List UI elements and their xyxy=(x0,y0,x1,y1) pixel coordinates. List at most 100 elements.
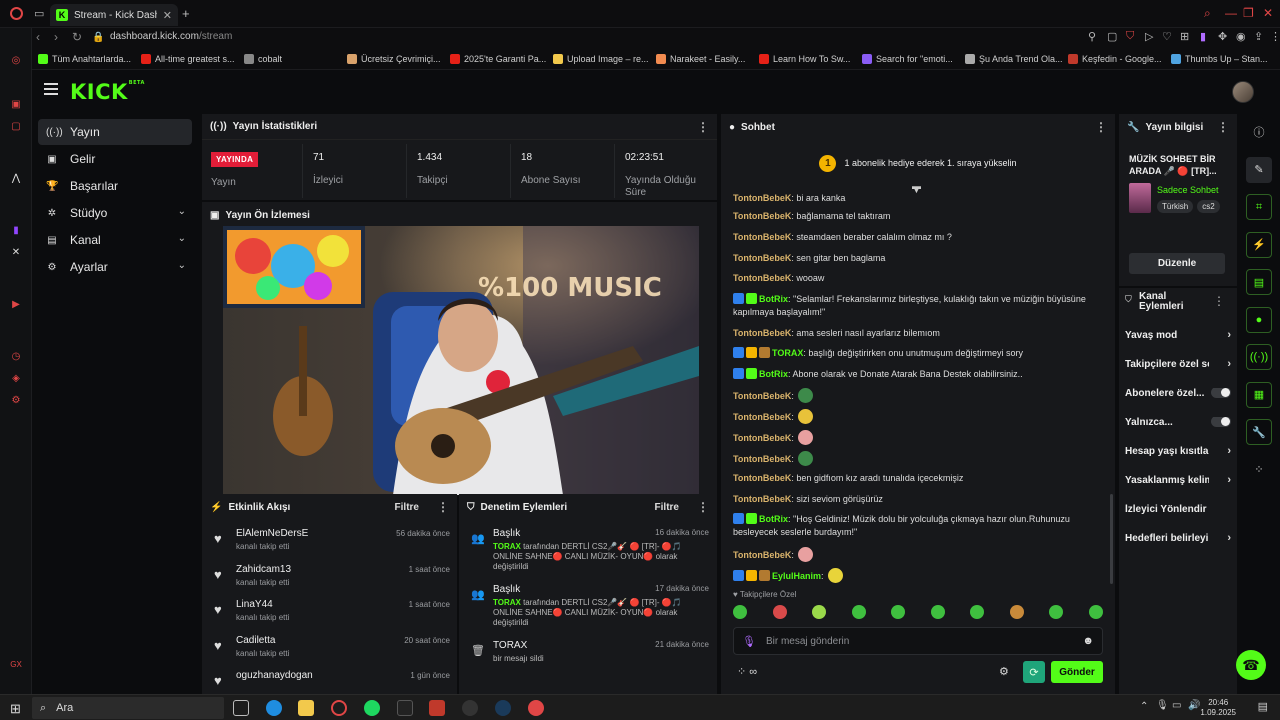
close-window-button[interactable]: ✕ xyxy=(1263,6,1273,20)
moderation-actor[interactable]: TORAX xyxy=(493,542,521,551)
channel-action-item[interactable]: İzleyici Yönlendir xyxy=(1125,504,1231,518)
activity-filter-button[interactable]: Filtre xyxy=(395,502,419,513)
chat-username[interactable]: TontonBebeK xyxy=(733,494,791,504)
channel-points-display[interactable]: ⁘ ∞ xyxy=(737,665,757,678)
close-tab-icon[interactable]: ✕ xyxy=(163,9,172,22)
chat-message[interactable]: BotRix: "Selamlar! Frekanslarımız birleş… xyxy=(733,293,1103,319)
emote-picker-icon[interactable] xyxy=(970,605,985,619)
emote-picker-icon[interactable] xyxy=(812,605,827,619)
nav-item-1[interactable]: ((·)) Yayın xyxy=(38,119,192,145)
chat-message[interactable]: BotRix: "Hoş Geldiniz! Müzik dolu bir yo… xyxy=(733,513,1103,539)
channel-action-item[interactable]: Takipçilere özel sohbet › xyxy=(1125,359,1231,373)
bookmark-item[interactable]: Upload Image – re... xyxy=(549,53,652,64)
channel-action-item[interactable]: Yalnızca... xyxy=(1125,417,1231,431)
activity-username[interactable]: Zahidcam13 xyxy=(236,564,291,575)
task-view-icon[interactable] xyxy=(233,700,249,716)
reload-button[interactable]: ↻ xyxy=(72,30,82,44)
chat-username[interactable]: BotRix xyxy=(759,294,788,304)
emote-picker-icon[interactable] xyxy=(851,605,866,619)
info-menu-icon[interactable]: ⋮ xyxy=(1217,120,1229,134)
activity-username[interactable]: LinaY44 xyxy=(236,599,273,610)
emote-picker-icon[interactable] xyxy=(772,605,787,619)
media-player-icon[interactable] xyxy=(528,700,544,716)
stats-menu-icon[interactable]: ⋮ xyxy=(697,120,709,134)
chevron-down-icon[interactable]: ⌄ xyxy=(178,206,186,217)
chevron-down-icon[interactable]: ⌄ xyxy=(178,260,186,271)
bookmark-item[interactable]: Narakeet - Easily... xyxy=(652,53,755,64)
broadcast-icon[interactable]: ((·)) xyxy=(1246,344,1272,370)
settings-icon[interactable]: ⚙ xyxy=(8,392,24,408)
minimize-button[interactable]: — xyxy=(1225,6,1237,20)
info-icon[interactable]: ⓘ xyxy=(1246,119,1272,145)
microphone-icon[interactable]: 🎙 xyxy=(742,635,756,648)
workspace-icon[interactable]: ▭ xyxy=(34,7,44,20)
activity-item[interactable]: ♥ Cadiletta kanalı takip etti 20 saat önce xyxy=(214,631,450,665)
pinned-collapse-icon[interactable]: ▬ ▼ xyxy=(912,182,922,195)
chat-username[interactable]: TontonBebeK xyxy=(733,273,791,283)
moderation-actor[interactable]: TORAX xyxy=(493,598,521,607)
spotify-icon[interactable] xyxy=(364,700,380,716)
nav-item-3[interactable]: 🏆 Başarılar xyxy=(38,173,192,199)
chat-settings-icon[interactable]: ⚙ xyxy=(999,665,1009,678)
clipboard-icon[interactable]: ▤ xyxy=(1246,269,1272,295)
history-icon[interactable]: ◷ xyxy=(8,348,24,364)
toggle-switch[interactable] xyxy=(1211,417,1231,427)
notifications-icon[interactable]: ▤ xyxy=(1258,700,1268,713)
new-tab-button[interactable]: + xyxy=(182,6,190,21)
bookmark-item[interactable]: Thumbs Up – Stan... xyxy=(1167,53,1270,64)
bookmark-item[interactable]: Keşfedin - Google... xyxy=(1064,53,1167,64)
bookmark-item[interactable]: Ücretsiz Çevrimiçi... xyxy=(343,53,446,64)
wrench-icon[interactable]: 🔧 xyxy=(1246,419,1272,445)
kick-sidebar-icon[interactable]: ⋀ xyxy=(8,170,24,186)
steam-icon[interactable] xyxy=(495,700,511,716)
channel-action-item[interactable]: Hesap yaşı kısıtlaması › xyxy=(1125,446,1231,460)
chat-message[interactable]: TORAX: başlığı değiştirirken onu unutmuş… xyxy=(733,347,1103,360)
volume-icon[interactable]: 🔊 xyxy=(1188,700,1200,711)
twitch-ext-icon[interactable]: ▮ xyxy=(1200,30,1206,43)
search-tabs-icon[interactable]: ⌕ xyxy=(1204,6,1211,21)
emote-picker-icon[interactable] xyxy=(891,605,906,619)
chat-username[interactable]: BotRix xyxy=(759,514,788,524)
activity-item[interactable]: ♥ ElAlemNeDersE kanalı takip etti 56 dakika… xyxy=(214,524,450,558)
nav-item-2[interactable]: ▣ Gelir xyxy=(38,146,192,172)
chat-message[interactable]: BotRix: Abone olarak ve Donate Atarak Ba… xyxy=(733,368,1103,381)
chat-menu-icon[interactable]: ⋮ xyxy=(1095,120,1107,134)
chat-message[interactable]: TontonBebeK: ama sesleri nasıl ayarlarız… xyxy=(733,327,1103,340)
activity-username[interactable]: Cadiletta xyxy=(236,635,275,646)
emote-picker-icon[interactable] xyxy=(1049,605,1064,619)
snapshot-icon[interactable]: ▢ xyxy=(1107,30,1117,43)
activity-username[interactable]: ElAlemNeDersE xyxy=(236,528,308,539)
gift-leaderboard-banner[interactable]: 1 1 abonelik hediye ederek 1. sıraya yük… xyxy=(721,141,1115,185)
twitch-icon[interactable]: ▮ xyxy=(8,222,24,238)
pinboard-icon[interactable]: ◈ xyxy=(8,370,24,386)
chat-message[interactable]: TontonBebeK: bağlamama tel taktıram xyxy=(733,210,1103,223)
chat-username[interactable]: TontonBebeK xyxy=(733,473,791,483)
edge-icon[interactable] xyxy=(266,700,282,716)
bookmark-item[interactable]: Search for "emoti... xyxy=(858,53,961,64)
scan-icon[interactable]: ⌗ xyxy=(1246,194,1272,220)
chat-message[interactable]: TontonBebeK: xyxy=(733,547,1103,562)
hamburger-menu-icon[interactable] xyxy=(44,83,58,95)
game-icon[interactable] xyxy=(429,700,445,716)
chat-username[interactable]: TontonBebeK xyxy=(733,193,791,203)
nav-item-6[interactable]: ⚙ Ayarlar ⌄ xyxy=(38,254,192,280)
chat-username[interactable]: TontonBebeK xyxy=(733,253,791,263)
chat-username[interactable]: TontonBebeK xyxy=(733,433,791,443)
activity-menu-icon[interactable]: ⋮ xyxy=(437,500,449,514)
toggle-switch[interactable] xyxy=(1211,388,1231,398)
activity-item[interactable]: ♥ Zahidcam13 kanalı takip etti 1 saat önce xyxy=(214,560,450,594)
chat-input[interactable]: 🎙 Bir mesaj gönderin ☻ xyxy=(733,627,1103,655)
edit-stream-info-button[interactable]: Düzenle xyxy=(1129,253,1225,274)
chevron-down-icon[interactable]: ⌄ xyxy=(178,233,186,244)
layout-icon[interactable]: ▦ xyxy=(1246,381,1272,408)
channel-action-item[interactable]: Hedefleri belirleyin › xyxy=(1125,533,1231,547)
bookmark-item[interactable]: 2025'te Garanti Pa... xyxy=(446,53,549,64)
emoji-icon[interactable]: ☻ xyxy=(1082,635,1094,647)
nav-item-5[interactable]: ▤ Kanal ⌄ xyxy=(38,227,192,253)
chat-message[interactable]: TontonBebeK: wooaw xyxy=(733,272,1103,285)
chat-message[interactable]: TontonBebeK: xyxy=(733,430,1103,445)
file-explorer-icon[interactable] xyxy=(298,700,314,716)
opera-gx-taskbar-icon[interactable] xyxy=(331,700,347,716)
taskbar-clock[interactable]: 20:46 1.09.2025 xyxy=(1200,698,1236,718)
user-avatar[interactable] xyxy=(1232,81,1254,103)
